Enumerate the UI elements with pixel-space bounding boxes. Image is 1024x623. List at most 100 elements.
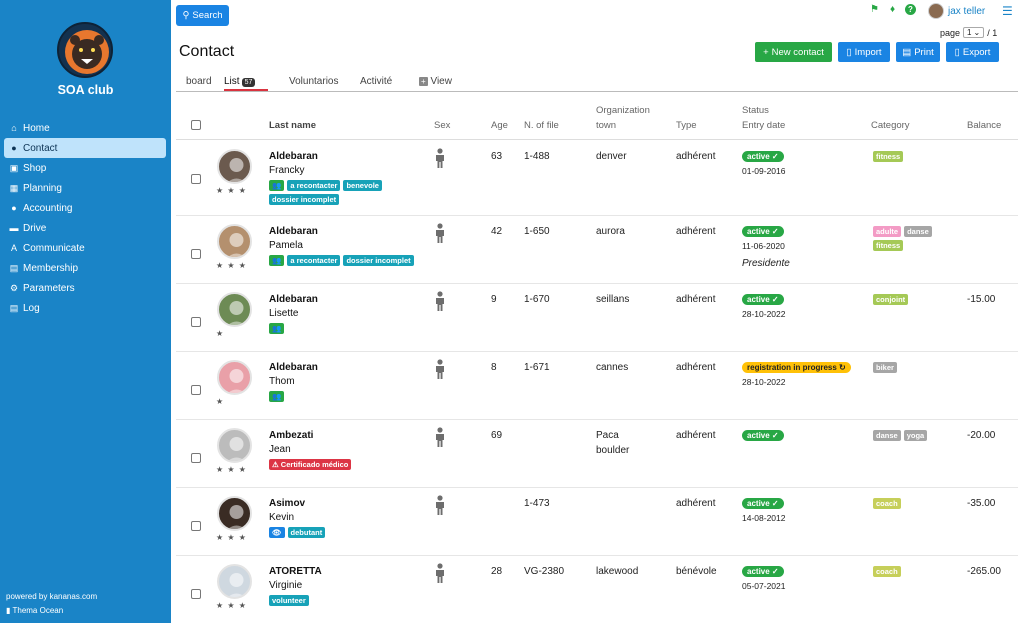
first-name: Pamela	[269, 240, 303, 251]
category-badge[interactable]: yoga	[903, 430, 928, 441]
sidebar-item-parameters[interactable]: ⚙ Parameters	[4, 278, 166, 298]
calendar-icon: ▦	[9, 182, 19, 193]
category-badge[interactable]: danse	[873, 430, 901, 441]
import-button[interactable]: ▯ Import	[838, 42, 890, 62]
contact-avatar[interactable]	[217, 292, 252, 327]
theme-link[interactable]: ▮ Thema Ocean	[6, 606, 63, 615]
col-entry-date[interactable]: Entry date	[742, 118, 785, 133]
col-file[interactable]: N. of file	[524, 118, 559, 133]
contact-avatar[interactable]	[217, 360, 252, 395]
contact-tag[interactable]: 👥	[269, 391, 285, 402]
last-name[interactable]: Ambezati	[269, 430, 313, 441]
type-cell: adhérent	[676, 498, 716, 509]
tab-activite[interactable]: Activité	[360, 76, 392, 87]
help-icon[interactable]: ?	[905, 4, 916, 15]
row-checkbox[interactable]	[191, 317, 201, 327]
contact-tag[interactable]: 👁	[269, 527, 285, 538]
sidebar-item-membership[interactable]: ▤ Membership	[4, 258, 166, 278]
row-checkbox[interactable]	[191, 453, 201, 463]
club-logo[interactable]	[57, 22, 113, 78]
category-badge[interactable]: conjoint	[873, 294, 909, 305]
sidebar-item-home[interactable]: ⌂ Home	[4, 118, 166, 138]
contact-tag[interactable]: volunteer	[269, 595, 309, 606]
category-badge[interactable]: coach	[873, 566, 901, 577]
status-badge[interactable]: active ✓	[742, 151, 784, 162]
hamburger-menu-icon[interactable]: ☰	[1002, 4, 1013, 18]
row-checkbox[interactable]	[191, 249, 201, 259]
tab-board[interactable]: board	[186, 76, 212, 87]
last-name[interactable]: Aldebaran	[269, 294, 318, 305]
last-name[interactable]: Asimov	[269, 498, 305, 509]
row-checkbox[interactable]	[191, 521, 201, 531]
contact-avatar[interactable]	[217, 224, 252, 259]
contact-tag[interactable]: debutant	[287, 527, 326, 538]
col-sex[interactable]: Sex	[434, 118, 450, 133]
col-type[interactable]: Type	[676, 118, 697, 133]
contact-avatar[interactable]	[217, 428, 252, 463]
bookmark-icon[interactable]: ⚑	[869, 4, 880, 15]
sidebar-item-planning[interactable]: ▦ Planning	[4, 178, 166, 198]
search-button[interactable]: ⚲ Search	[176, 5, 229, 26]
category-badge[interactable]: coach	[873, 498, 901, 509]
contact-tag[interactable]: a recontacter	[287, 255, 341, 266]
bell-icon[interactable]: ♦	[887, 4, 898, 15]
user-menu[interactable]: jax teller	[928, 3, 985, 19]
contact-tag[interactable]: benevole	[343, 180, 382, 191]
file-number-cell: 1-670	[524, 294, 550, 305]
contact-tag[interactable]: dossier incomplet	[269, 194, 340, 205]
row-divider	[176, 283, 1018, 284]
contact-tag[interactable]: dossier incomplet	[343, 255, 414, 266]
status-badge[interactable]: active ✓	[742, 430, 784, 441]
sidebar-item-communicate[interactable]: A Communicate	[4, 238, 166, 258]
sidebar-item-accounting[interactable]: ● Accounting	[4, 198, 166, 218]
last-name[interactable]: ATORETTA	[269, 566, 322, 577]
row-checkbox[interactable]	[191, 589, 201, 599]
tab-view-label: View	[430, 76, 452, 87]
last-name[interactable]: Aldebaran	[269, 362, 318, 373]
tag-list: 👥	[269, 323, 429, 334]
contact-avatar[interactable]	[217, 564, 252, 599]
col-balance[interactable]: Balance	[967, 118, 1001, 133]
sidebar-item-log[interactable]: ▤ Log	[4, 298, 166, 318]
new-contact-button[interactable]: + New contact	[755, 42, 832, 62]
col-category[interactable]: Category	[871, 118, 910, 133]
row-checkbox[interactable]	[191, 174, 201, 184]
category-badge[interactable]: biker	[873, 362, 897, 373]
status-badge[interactable]: active ✓	[742, 566, 784, 577]
contact-tag[interactable]: 👥	[269, 180, 285, 191]
powered-by-link[interactable]: powered by kananas.com	[6, 592, 97, 601]
col-last-name[interactable]: Last name	[269, 118, 316, 133]
sidebar-item-shop[interactable]: ▣ Shop	[4, 158, 166, 178]
print-button[interactable]: ▤ Print	[896, 42, 940, 62]
sidebar-item-contact[interactable]: ● Contact	[4, 138, 166, 158]
status-badge[interactable]: active ✓	[742, 498, 784, 509]
category-badge[interactable]: adulte	[873, 226, 902, 237]
category-badge[interactable]: fitness	[873, 240, 904, 251]
contact-tag[interactable]: 👥	[269, 255, 285, 266]
contact-tag[interactable]: a recontacter	[287, 180, 341, 191]
select-all-checkbox[interactable]	[191, 120, 201, 130]
export-button[interactable]: ▯ Export	[946, 42, 999, 62]
contact-avatar[interactable]	[217, 496, 252, 531]
row-checkbox[interactable]	[191, 385, 201, 395]
new-contact-label: New contact	[771, 46, 824, 58]
status-badge[interactable]: active ✓	[742, 226, 784, 237]
last-name[interactable]: Aldebaran	[269, 226, 318, 237]
col-organization[interactable]: Organization	[596, 103, 650, 118]
status-badge[interactable]: active ✓	[742, 294, 784, 305]
tab-view[interactable]: + View	[419, 76, 452, 87]
last-name[interactable]: Aldebaran	[269, 151, 318, 162]
col-town[interactable]: town	[596, 118, 616, 133]
contact-avatar[interactable]	[217, 149, 252, 184]
tab-voluntarios[interactable]: Voluntarios	[289, 76, 338, 87]
contact-tag[interactable]: ⚠ Certificado médico	[269, 459, 352, 470]
contact-tag[interactable]: 👥	[269, 323, 285, 334]
col-status[interactable]: Status	[742, 103, 769, 118]
page-select[interactable]: 1 ⌄	[963, 27, 985, 38]
category-badge[interactable]: danse	[904, 226, 932, 237]
sidebar-item-drive[interactable]: ▬ Drive	[4, 218, 166, 238]
col-age[interactable]: Age	[491, 118, 508, 133]
tab-list[interactable]: List 57	[224, 76, 268, 91]
category-badge[interactable]: fitness	[873, 151, 904, 162]
status-badge[interactable]: registration in progress ↻	[742, 362, 851, 373]
